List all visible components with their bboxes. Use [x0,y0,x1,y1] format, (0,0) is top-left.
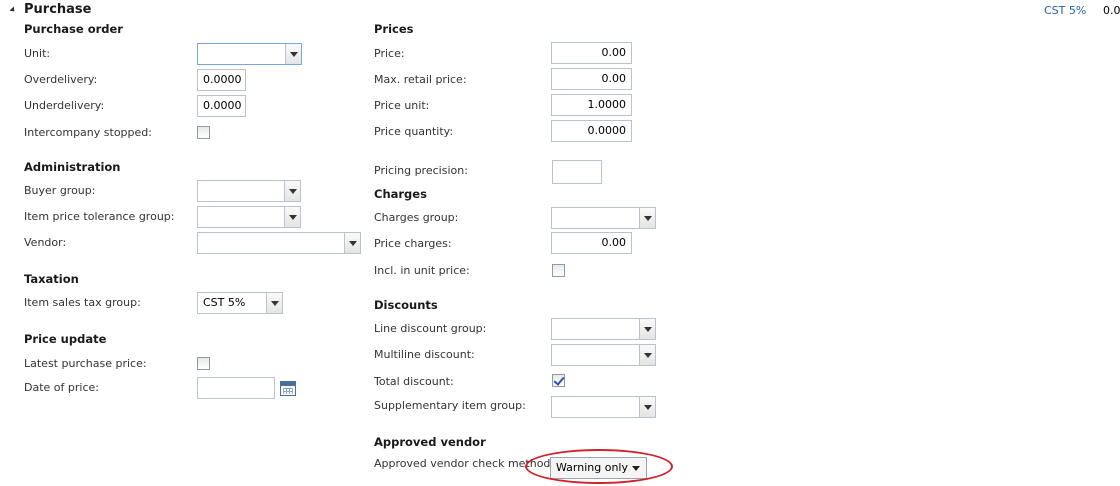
summary-value: 0.0 [1103,4,1120,17]
max-retail-price-field[interactable]: 0.00 [551,68,632,90]
chevron-down-icon[interactable] [285,44,301,64]
unit-combo[interactable] [197,43,302,65]
latest-purchase-price-checkbox[interactable] [197,357,210,370]
total-discount-label: Total discount: [374,375,454,388]
chevron-down-icon[interactable] [266,293,282,313]
item-sales-tax-combo[interactable]: CST 5% [197,292,283,314]
highlight-ring [525,449,673,484]
chevron-down-icon[interactable] [639,397,655,417]
latest-purchase-price-label: Latest purchase price: [24,357,147,370]
pricing-precision-label: Pricing precision: [374,164,468,177]
price-quantity-label: Price quantity: [374,125,454,138]
line-discount-group-label: Line discount group: [374,322,487,335]
supplementary-item-group-combo[interactable] [551,396,656,418]
underdelivery-label: Underdelivery: [24,99,105,112]
supplementary-item-group-label: Supplementary item group: [374,399,526,412]
group-title-charges: Charges [374,187,427,201]
buyer-group-combo[interactable] [197,180,301,202]
item-sales-tax-label: Item sales tax group: [24,296,141,309]
calendar-icon[interactable] [280,381,296,396]
group-title-taxation: Taxation [24,272,79,286]
price-quantity-field[interactable]: 0.0000 [551,120,632,142]
group-title-approved-vendor: Approved vendor [374,435,486,449]
item-sales-tax-value: CST 5% [203,296,246,309]
vendor-combo[interactable] [197,232,361,254]
price-field[interactable]: 0.00 [551,42,632,64]
overdelivery-label: Overdelivery: [24,73,98,86]
price-unit-label: Price unit: [374,99,430,112]
line-discount-group-combo[interactable] [551,318,656,340]
overdelivery-field[interactable]: 0.0000 [197,69,246,91]
price-tolerance-label: Item price tolerance group: [24,210,175,223]
chevron-down-icon[interactable] [344,233,360,253]
unit-label: Unit: [24,47,51,60]
price-tolerance-combo[interactable] [197,206,301,228]
intercompany-stopped-checkbox[interactable] [197,126,210,139]
chevron-down-icon[interactable] [284,181,300,201]
price-charges-label: Price charges: [374,237,452,250]
multiline-discount-combo[interactable] [551,344,656,366]
date-of-price-label: Date of price: [24,381,99,394]
charges-group-label: Charges group: [374,211,459,224]
section-title-purchase[interactable]: Purchase [24,2,91,17]
price-label: Price: [374,47,405,60]
summary-link[interactable]: CST 5% [1044,4,1086,17]
intercompany-stopped-label: Intercompany stopped: [24,126,152,139]
group-title-purchase-order: Purchase order [24,22,123,36]
incl-unit-price-label: Incl. in unit price: [374,264,470,277]
underdelivery-field[interactable]: 0.0000 [197,95,246,117]
group-title-discounts: Discounts [374,298,438,312]
price-charges-field[interactable]: 0.00 [551,232,632,254]
chevron-down-icon[interactable] [639,345,655,365]
chevron-down-icon[interactable] [639,208,655,228]
price-unit-field[interactable]: 1.0000 [551,94,632,116]
pricing-precision-field[interactable] [552,160,602,184]
group-title-price-update: Price update [24,332,107,346]
multiline-discount-label: Multiline discount: [374,348,475,361]
group-title-administration: Administration [24,160,121,174]
buyer-group-label: Buyer group: [24,184,96,197]
chevron-down-icon[interactable] [639,319,655,339]
date-of-price-field[interactable] [197,377,275,399]
chevron-down-icon[interactable] [284,207,300,227]
collapse-icon[interactable] [9,6,17,14]
charges-group-combo[interactable] [551,207,656,229]
total-discount-checkbox[interactable] [552,374,565,387]
vendor-label: Vendor: [24,236,67,249]
max-retail-price-label: Max. retail price: [374,73,467,86]
group-title-prices: Prices [374,22,414,36]
incl-unit-price-checkbox[interactable] [552,264,565,277]
